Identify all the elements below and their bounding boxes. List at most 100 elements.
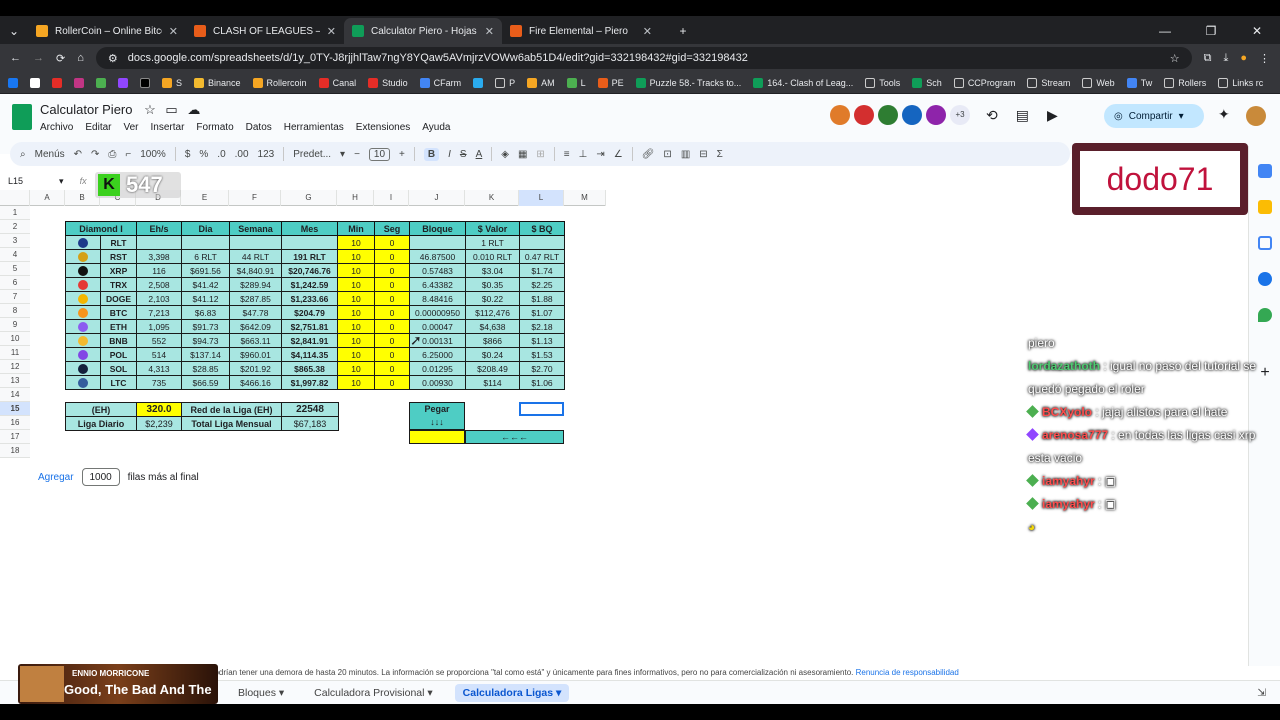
bookmark-item[interactable]: Canal xyxy=(318,77,356,88)
header-cell[interactable]: Seg xyxy=(374,221,411,236)
valor-cell[interactable]: $112,476 xyxy=(465,305,521,320)
mes-cell[interactable]: $2,751.81 xyxy=(281,319,339,334)
menu-insertar[interactable]: Insertar xyxy=(151,122,185,133)
font-select[interactable]: Predet... xyxy=(293,149,331,160)
dia-cell[interactable]: $41.12 xyxy=(181,291,231,306)
sheet-tab-bloques[interactable]: Bloques ▾ xyxy=(230,684,292,702)
coin-icon[interactable] xyxy=(65,249,101,264)
maps-icon[interactable] xyxy=(1258,308,1272,322)
home-icon[interactable]: ⌂ xyxy=(77,52,84,64)
bookmark-item[interactable]: Studio xyxy=(368,77,408,88)
collaborator-avatar[interactable] xyxy=(926,105,946,125)
header-cell[interactable]: Eh/s xyxy=(136,221,183,236)
coin-icon[interactable] xyxy=(65,305,101,320)
bookmark-folder[interactable]: Web xyxy=(1082,77,1115,88)
seg-cell[interactable]: 0 xyxy=(374,305,411,320)
ehs-cell[interactable]: 2,103 xyxy=(136,291,183,306)
collaborator-avatar[interactable] xyxy=(878,105,898,125)
row-header[interactable]: 17 xyxy=(0,430,30,444)
header-cell[interactable]: Semana xyxy=(229,221,283,236)
bookmark-item[interactable]: Puzzle 58.- Tracks to... xyxy=(635,77,741,88)
eh-label[interactable]: (EH) xyxy=(65,402,137,417)
bq-cell[interactable]: $1.88 xyxy=(519,291,566,306)
header-cell[interactable]: Diamond I xyxy=(64,221,138,236)
coin-icon[interactable] xyxy=(65,235,101,250)
min-cell[interactable]: 10 xyxy=(337,375,376,390)
column-header-l[interactable]: L xyxy=(519,190,564,206)
font-size-input[interactable]: 10 xyxy=(368,147,391,161)
print-icon[interactable]: ⎙ xyxy=(108,149,116,160)
currency-format[interactable]: $ xyxy=(185,149,191,160)
coin-icon[interactable] xyxy=(65,361,101,376)
diario-value[interactable]: $2,239 xyxy=(136,416,182,431)
star-icon[interactable]: ☆ xyxy=(144,102,156,117)
seg-cell[interactable]: 0 xyxy=(374,277,411,292)
restore-icon[interactable]: ❐ xyxy=(1188,18,1234,44)
min-cell[interactable]: 10 xyxy=(337,319,376,334)
dia-cell[interactable]: $91.73 xyxy=(181,319,231,334)
contacts-icon[interactable] xyxy=(1258,272,1272,286)
seg-cell[interactable]: 0 xyxy=(374,333,411,348)
row-header[interactable]: 4 xyxy=(0,248,30,262)
undo-icon[interactable]: ↶ xyxy=(74,149,82,160)
menu-formato[interactable]: Formato xyxy=(196,122,233,133)
mensual-value[interactable]: $67,183 xyxy=(281,416,339,431)
chart-icon[interactable]: ▥ xyxy=(681,149,690,160)
semana-cell[interactable]: $289.94 xyxy=(229,277,283,292)
coin-name[interactable]: SOL xyxy=(99,361,138,376)
header-cell[interactable]: $ BQ xyxy=(519,221,566,236)
semana-cell[interactable]: $47.78 xyxy=(229,305,283,320)
bookmark-folder[interactable]: Links rc xyxy=(1218,77,1263,88)
close-icon[interactable]: ✕ xyxy=(643,25,652,38)
semana-cell[interactable]: $466.16 xyxy=(229,375,283,390)
forward-icon[interactable]: → xyxy=(33,52,44,64)
valor-cell[interactable]: $3.04 xyxy=(465,263,521,278)
row-header[interactable]: 9 xyxy=(0,318,30,332)
selected-cell-l15[interactable] xyxy=(519,402,564,416)
comments-icon[interactable]: ▤ xyxy=(1016,107,1029,124)
bloque-cell[interactable]: 46.87500 xyxy=(409,249,467,264)
valor-cell[interactable]: $0.24 xyxy=(465,347,521,362)
dia-cell[interactable]: $28.85 xyxy=(181,361,231,376)
browser-tab-calculator[interactable]: Calculator Piero - Hojas de cálculo ✕ xyxy=(344,18,502,44)
redo-icon[interactable]: ↷ xyxy=(91,149,99,160)
close-icon[interactable]: ✕ xyxy=(485,25,494,38)
collaborator-avatar[interactable] xyxy=(830,105,850,125)
percent-format[interactable]: % xyxy=(199,149,208,160)
ehs-cell[interactable]: 1,095 xyxy=(136,319,183,334)
menu-archivo[interactable]: Archivo xyxy=(40,122,73,133)
font-size-decrease[interactable]: − xyxy=(354,149,360,160)
red-value[interactable]: 22548 xyxy=(281,402,339,417)
mes-cell[interactable]: $865.38 xyxy=(281,361,339,376)
semana-cell[interactable]: 44 RLT xyxy=(229,249,283,264)
column-header-k[interactable]: K xyxy=(465,190,519,206)
bq-cell[interactable] xyxy=(519,235,566,250)
bq-cell[interactable]: $1.07 xyxy=(519,305,566,320)
min-cell[interactable]: 10 xyxy=(337,361,376,376)
mensual-label[interactable]: Total Liga Mensual xyxy=(181,416,282,431)
ehs-cell[interactable] xyxy=(136,235,183,250)
row-header[interactable]: 11 xyxy=(0,346,30,360)
bookmark-icon[interactable] xyxy=(8,77,18,88)
profile-icon[interactable]: ● xyxy=(1240,52,1247,64)
bookmark-folder[interactable]: Rollers xyxy=(1164,77,1206,88)
min-cell[interactable]: 10 xyxy=(337,291,376,306)
dia-cell[interactable]: $691.56 xyxy=(181,263,231,278)
reload-icon[interactable]: ⟳ xyxy=(56,52,65,65)
sheet-tab-calculadora-provisional[interactable]: Calculadora Provisional ▾ xyxy=(306,684,441,702)
row-header[interactable]: 2 xyxy=(0,220,30,234)
bookmark-item[interactable]: Binance xyxy=(194,77,241,88)
row-header[interactable]: 6 xyxy=(0,276,30,290)
browser-tab-fire[interactable]: Fire Elemental – Piero ✕ xyxy=(502,18,660,44)
valor-cell[interactable]: $0.22 xyxy=(465,291,521,306)
coin-name[interactable]: BTC xyxy=(99,305,138,320)
move-folder-icon[interactable]: ▭ xyxy=(165,102,177,117)
mes-cell[interactable]: $2,841.91 xyxy=(281,333,339,348)
bq-cell[interactable]: $2.70 xyxy=(519,361,566,376)
browser-tab-clash[interactable]: CLASH OF LEAGUES – Piero ✕ xyxy=(186,18,344,44)
seg-cell[interactable]: 0 xyxy=(374,235,411,250)
mes-cell[interactable]: $1,233.66 xyxy=(281,291,339,306)
mes-cell[interactable]: $4,114.35 xyxy=(281,347,339,362)
column-header-j[interactable]: J xyxy=(409,190,465,206)
calendar-icon[interactable] xyxy=(1258,164,1272,178)
